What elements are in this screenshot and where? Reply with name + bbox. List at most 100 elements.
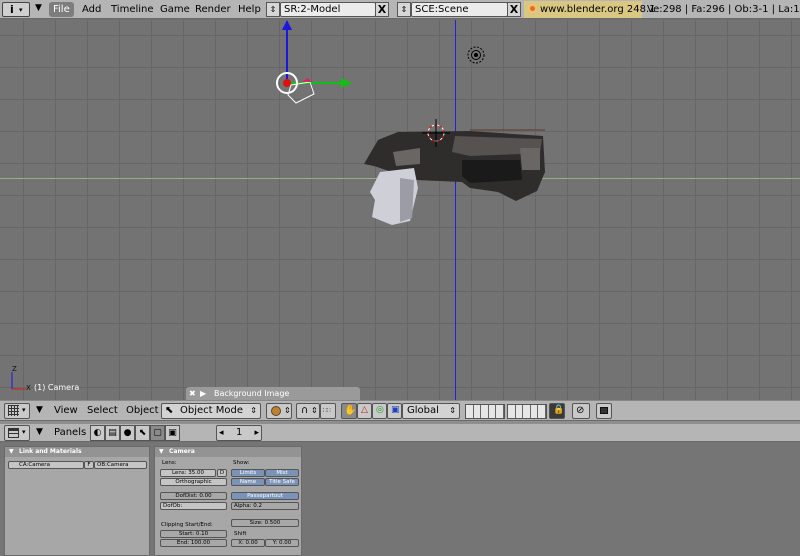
website-badge: www.blender.org 248.1 (524, 1, 656, 18)
info-icon: i (10, 3, 14, 16)
screen-close-button[interactable]: X (375, 2, 389, 17)
frame-prev-arrow[interactable]: ◂ (219, 426, 224, 440)
chevron-down-icon: ▾ (22, 406, 26, 414)
rotate-manipulator-button[interactable]: ◎ (372, 403, 387, 419)
alpha-slider[interactable]: Alpha: 0.2 (231, 502, 299, 510)
camera-panel-title[interactable]: Camera (155, 447, 301, 457)
circle-icon: ◎ (376, 405, 384, 415)
pistol-model[interactable] (364, 129, 545, 225)
3d-editor-type-button[interactable]: ▾ (4, 403, 30, 419)
scene-browse-icon[interactable]: ⇕ (397, 2, 411, 17)
render-preview-button[interactable] (596, 403, 612, 419)
clip-end-field[interactable]: End: 100.00 (160, 539, 227, 547)
grid-view-icon (8, 405, 19, 416)
collapse-menu-icon[interactable]: ▼ (35, 3, 42, 13)
layer-buttons-left[interactable] (465, 404, 505, 419)
pivot-button[interactable]: ∩ ⇕ (296, 403, 320, 419)
object-name-field[interactable]: OB:Camera (94, 461, 147, 469)
screen-name-field[interactable]: SR:2-Model (280, 2, 376, 17)
transform-manipulator[interactable] (276, 20, 352, 104)
lens-field[interactable]: Lens: 35.00 (160, 469, 216, 477)
info-editor-type-button[interactable]: i ▾ (2, 2, 30, 17)
mode-label: Object Mode (180, 405, 243, 416)
menu-game[interactable]: Game (160, 3, 190, 16)
menu-timeline[interactable]: Timeline (111, 3, 154, 16)
script-context-icon[interactable]: ▤ (105, 425, 120, 441)
clipping-label: Clipping Start/End: (161, 522, 213, 528)
scene-name-field[interactable]: SCE:Scene (411, 2, 508, 17)
menu-add[interactable]: Add (82, 3, 101, 16)
shading-context-icon[interactable]: ● (120, 425, 135, 441)
collapse-menu-icon[interactable]: ▼ (36, 405, 43, 415)
axis-z-label: Z (12, 365, 17, 373)
square-icon: ▣ (391, 405, 400, 415)
layer-buttons-mid[interactable] (507, 404, 547, 419)
scene-close-button[interactable]: X (507, 2, 521, 17)
manipulator-hand-button[interactable]: ✋ (341, 403, 357, 419)
mist-toggle[interactable]: Mist (265, 469, 299, 477)
blender-logo-icon (528, 4, 537, 13)
frame-next-arrow[interactable]: ▸ (254, 426, 259, 440)
3d-viewport[interactable]: Z X (1) Camera ✖ ▶ Background Image (0, 20, 800, 400)
draw-type-button[interactable]: ⇕ (266, 403, 292, 419)
menu-select[interactable]: Select (87, 404, 118, 418)
scale-manipulator-button[interactable]: ▣ (387, 403, 402, 419)
size-field[interactable]: Size: 0.500 (231, 519, 299, 527)
lens-degrees-button[interactable]: D (217, 469, 227, 477)
screen-browse-icon[interactable]: ⇕ (266, 2, 280, 17)
dof-object-field[interactable]: DofOb: (160, 502, 227, 510)
collapse-menu-icon[interactable]: ▼ (36, 427, 43, 437)
buttons-editor-type-button[interactable]: ▾ (4, 425, 30, 441)
limits-toggle[interactable]: Limits (231, 469, 265, 477)
title-safe-toggle[interactable]: Title Safe (265, 478, 299, 486)
scene-context-icon[interactable]: ▣ (165, 425, 180, 441)
chevron-down-icon: ▾ (19, 6, 23, 14)
mode-dropdown[interactable]: ⬉ Object Mode ⇕ (161, 403, 261, 419)
frame-number-field[interactable]: ◂ 1 ▸ (216, 425, 262, 441)
menu-help[interactable]: Help (238, 3, 261, 16)
ipo-link-button[interactable]: ⊘ (572, 403, 590, 419)
buttons-area: Link and Materials CA:Camera F OB:Camera… (0, 442, 800, 556)
translate-manipulator-button[interactable]: △ (357, 403, 372, 419)
orientation-dropdown[interactable]: Global ⇕ (402, 403, 460, 419)
close-icon[interactable]: ✖ (189, 387, 196, 400)
link-materials-panel: Link and Materials CA:Camera F OB:Camera (4, 446, 150, 556)
fake-user-button[interactable]: F (84, 461, 94, 469)
shift-x-field[interactable]: X: 0.00 (231, 539, 265, 547)
top-info-bar: i ▾ ▼ File Add Timeline Game Render Help… (0, 0, 800, 19)
shift-y-field[interactable]: Y: 0.00 (265, 539, 299, 547)
panels-label: Panels (54, 427, 87, 438)
passepartout-toggle[interactable]: Passepartout (231, 492, 299, 500)
menu-object[interactable]: Object (126, 404, 159, 418)
logic-context-icon[interactable]: ◐ (90, 425, 105, 441)
chevron-updown-icon: ⇕ (250, 406, 257, 415)
dots-grid-icon: ∷∷ (323, 407, 331, 414)
object-context-icon[interactable]: ⬉ (135, 425, 150, 441)
chevron-updown-icon: ⇕ (449, 406, 456, 415)
orthographic-button[interactable]: Orthographic (160, 478, 227, 486)
snap-grid-button[interactable]: ∷∷ (320, 403, 336, 419)
buttons-window-icon (8, 428, 19, 438)
menu-file[interactable]: File (49, 2, 74, 17)
camera-data-label: CA:Camera (19, 462, 50, 468)
3d-view-header: ▾ ▼ View Select Object ⬉ Object Mode ⇕ ⇕… (0, 400, 800, 421)
dof-distance-field[interactable]: DofDist: 0.00 (160, 492, 227, 500)
name-toggle[interactable]: Name (231, 478, 265, 486)
lamp-object[interactable] (467, 46, 485, 64)
link-icon: ⊘ (576, 405, 585, 416)
lock-layers-button[interactable]: 🔒 (549, 403, 565, 419)
background-image-panel-tab[interactable]: ✖ ▶ Background Image (186, 387, 360, 400)
link-materials-title[interactable]: Link and Materials (5, 447, 149, 457)
menu-view[interactable]: View (54, 404, 78, 418)
solid-sphere-icon (271, 406, 281, 416)
menu-render[interactable]: Render (195, 3, 231, 16)
clip-start-field[interactable]: Start: 0.10 (160, 530, 227, 538)
view-axes-icon (11, 372, 26, 390)
object-mode-icon: ⬉ (165, 405, 174, 416)
editing-context-icon[interactable]: ▢ (150, 425, 165, 441)
active-object-label: (1) Camera (34, 383, 80, 392)
camera-data-field[interactable]: CA:Camera (8, 461, 84, 469)
collapse-triangle-icon[interactable]: ▶ (200, 387, 206, 400)
object-name-label: OB:Camera (97, 462, 129, 468)
chevron-down-icon: ▾ (22, 428, 26, 436)
